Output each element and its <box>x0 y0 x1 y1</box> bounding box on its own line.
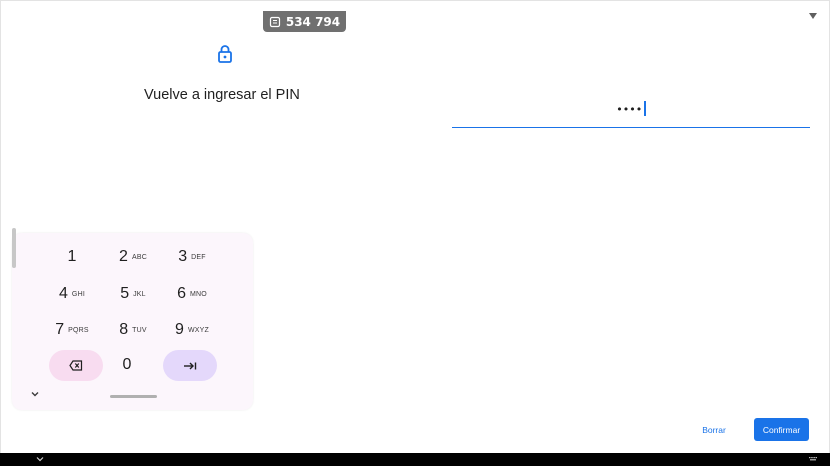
key-2[interactable]: 2 ABC <box>107 242 159 272</box>
chevron-down-icon[interactable] <box>36 456 44 462</box>
system-nav-bar <box>0 453 830 466</box>
key-digit: 8 <box>119 321 129 338</box>
pin-prompt: Vuelve a ingresar el PIN <box>144 87 300 103</box>
key-digit: 7 <box>55 321 65 338</box>
tab-arrow-icon <box>184 362 197 369</box>
key-letters: MNO <box>189 290 207 298</box>
key-3[interactable]: 3 DEF <box>166 242 218 272</box>
enter-key[interactable] <box>163 350 217 381</box>
key-letters: ABC <box>131 253 147 261</box>
key-5[interactable]: 5 JKL <box>107 279 159 309</box>
keyboard-icon[interactable] <box>809 457 817 462</box>
key-digit: 5 <box>120 285 130 302</box>
key-7[interactable]: 7 PQRS <box>46 315 98 345</box>
notification-code: 534 794 <box>285 14 341 29</box>
text-caret <box>644 101 646 116</box>
key-6[interactable]: 6 MNO <box>166 279 218 309</box>
key-letters: DEF <box>191 253 206 261</box>
key-digit: 3 <box>178 248 188 265</box>
key-digit: 4 <box>59 285 68 302</box>
clear-button[interactable]: Borrar <box>694 420 734 440</box>
pin-value-display: •••• <box>452 101 810 116</box>
message-icon <box>269 16 280 27</box>
key-letters: TUV <box>132 326 147 334</box>
pin-input[interactable]: •••• <box>452 97 810 128</box>
chevron-down-icon[interactable] <box>30 390 40 398</box>
key-letters: GHI <box>71 290 85 298</box>
key-4[interactable]: 4 GHI <box>46 279 98 309</box>
key-letters: PQRS <box>68 326 89 334</box>
backspace-key[interactable] <box>49 350 103 381</box>
wifi-icon <box>809 13 817 19</box>
backspace-icon <box>69 360 83 371</box>
key-digit: 6 <box>177 285 186 302</box>
keypad-drag-handle[interactable] <box>12 228 16 268</box>
key-9[interactable]: 9 WXYZ <box>166 315 218 345</box>
keypad-gesture-pill[interactable] <box>110 395 157 398</box>
key-letters: WXYZ <box>187 326 209 334</box>
confirm-button[interactable]: Confirmar <box>754 418 809 441</box>
key-1[interactable]: 1 <box>46 242 98 272</box>
key-digit: 1 <box>67 248 77 265</box>
pin-masked-value: •••• <box>616 103 643 116</box>
key-8[interactable]: 8 TUV <box>107 315 159 345</box>
key-letters: JKL <box>133 290 146 298</box>
key-digit: 2 <box>119 248 128 265</box>
numeric-keypad: 1 2 ABC 3 DEF 4 GHI 5 JKL 6 MNO 7 PQRS 8… <box>12 233 253 410</box>
key-digit: 9 <box>175 321 184 338</box>
lock-icon <box>218 45 232 63</box>
notification-chip[interactable]: 534 794 <box>263 11 346 32</box>
key-0[interactable]: 0 <box>101 350 153 380</box>
key-digit: 0 <box>122 356 132 373</box>
